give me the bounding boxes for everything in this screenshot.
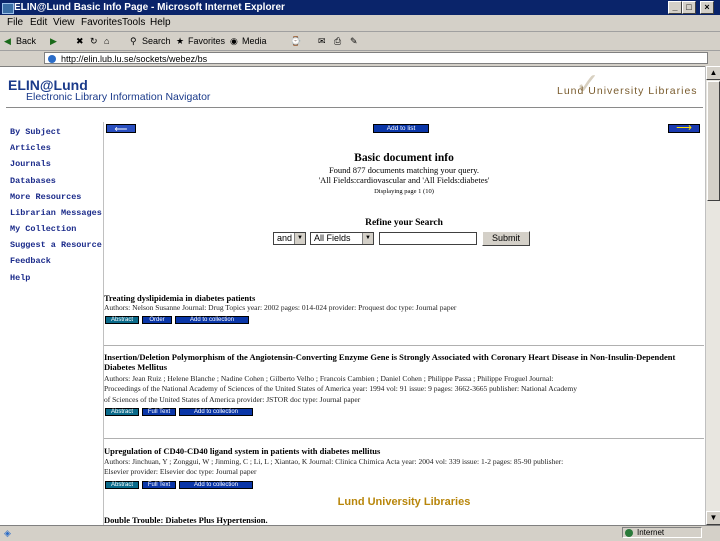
search-icon: ⚲ bbox=[130, 36, 137, 46]
record-meta: Elsevier provider: Elsevier doc type: Jo… bbox=[104, 467, 257, 476]
back-button[interactable]: Back bbox=[16, 32, 36, 50]
full-text-button[interactable]: Full Text bbox=[142, 408, 176, 416]
vertical-scrollbar[interactable]: ▲ ▼ bbox=[705, 66, 720, 525]
sidebar-item-articles[interactable]: Articles bbox=[10, 143, 51, 153]
page-done-icon: ◈ bbox=[4, 528, 11, 538]
menu-favorites[interactable]: Favorites bbox=[81, 15, 122, 31]
results-count: Found 877 documents matching your query. bbox=[328, 165, 480, 175]
add-to-list-button[interactable]: Add to list bbox=[373, 124, 429, 133]
query-text: 'All Fields:cardiovascular and 'All Fiel… bbox=[318, 175, 490, 185]
chevron-down-icon: ▼ bbox=[362, 233, 373, 244]
refresh-icon[interactable]: ↻ bbox=[90, 32, 98, 50]
scroll-thumb[interactable] bbox=[707, 81, 720, 201]
submit-button[interactable]: Submit bbox=[482, 231, 530, 246]
abstract-button[interactable]: Abstract bbox=[105, 316, 139, 324]
sidebar-item-help[interactable]: Help bbox=[10, 273, 30, 283]
menu-edit[interactable]: Edit bbox=[30, 15, 47, 31]
menu-tools[interactable]: Tools bbox=[122, 15, 145, 31]
sidebar-item-my-collection[interactable]: My Collection bbox=[10, 224, 76, 234]
order-button[interactable]: Order bbox=[142, 316, 172, 324]
record-meta: Authors: Nelson Susanne Journal: Drug To… bbox=[104, 303, 457, 312]
mail-icon[interactable]: ✉ bbox=[318, 32, 326, 50]
status-bar: ◈ bbox=[0, 525, 720, 541]
print-icon[interactable]: ⎙ bbox=[334, 32, 341, 50]
record-meta: of Sciences of the United States of Amer… bbox=[104, 395, 361, 404]
operator-select[interactable]: and ▼ bbox=[273, 232, 306, 245]
scroll-down-icon[interactable]: ▼ bbox=[706, 511, 720, 525]
window-title-bar[interactable]: ELIN@Lund Basic Info Page - Microsoft In… bbox=[0, 0, 720, 15]
displaying-page: Displaying page 1 (10) bbox=[374, 188, 434, 195]
menu-file[interactable]: File bbox=[7, 15, 23, 31]
refine-search-label: Refine your Search bbox=[365, 218, 443, 228]
favorites-button[interactable]: Favorites bbox=[188, 32, 225, 50]
add-to-collection-button[interactable]: Add to collection bbox=[175, 316, 249, 324]
sidebar-item-feedback[interactable]: Feedback bbox=[10, 256, 51, 266]
window-title: ELIN@Lund Basic Info Page - Microsoft In… bbox=[14, 2, 285, 13]
toolbar: ◀ Back ▶ ✖ ↻ ⌂ ⚲ Search ★ Favorites ◉ Me… bbox=[0, 32, 720, 51]
minimize-button[interactable]: _ bbox=[668, 1, 682, 14]
sidebar-item-journals[interactable]: Journals bbox=[10, 159, 51, 169]
edit-icon[interactable]: ✎ bbox=[350, 32, 358, 50]
address-url: http://elin.lub.lu.se/sockets/webez/bs bbox=[61, 54, 208, 64]
lund-university-libraries-logo[interactable]: Lund University Libraries bbox=[557, 85, 698, 97]
abstract-button[interactable]: Abstract bbox=[105, 481, 139, 489]
chevron-down-icon: ▼ bbox=[294, 233, 305, 244]
add-to-collection-button[interactable]: Add to collection bbox=[179, 481, 253, 489]
history-icon[interactable]: ⌚ bbox=[290, 32, 301, 50]
menu-bar: File Edit View Favorites Tools Help bbox=[0, 15, 720, 32]
globe-icon bbox=[625, 529, 633, 537]
record-title[interactable]: Upregulation of CD40-CD40 ligand system … bbox=[104, 446, 702, 456]
close-button[interactable]: × bbox=[700, 1, 714, 14]
forward-arrow-icon[interactable]: ▶ bbox=[50, 32, 57, 50]
record-title[interactable]: Treating dyslipidemia in diabetes patien… bbox=[104, 293, 702, 303]
security-zone: Internet bbox=[622, 527, 702, 538]
stop-icon[interactable]: ✖ bbox=[76, 32, 84, 50]
previous-page-arrow-icon[interactable]: ⟵ bbox=[106, 124, 136, 134]
header-divider bbox=[6, 107, 703, 108]
record-meta: Authors: Jinchuan, Y ; Zonggui, W ; Jinm… bbox=[104, 457, 564, 466]
home-icon[interactable]: ⌂ bbox=[104, 32, 109, 50]
maximize-button[interactable]: □ bbox=[682, 1, 696, 14]
sidebar-item-suggest-resource[interactable]: Suggest a Resource bbox=[10, 240, 102, 250]
favorites-icon: ★ bbox=[176, 36, 185, 46]
search-input[interactable] bbox=[379, 232, 477, 245]
field-select[interactable]: All Fields ▼ bbox=[310, 232, 374, 245]
elin-subtitle: Electronic Library Information Navigator bbox=[26, 91, 211, 103]
address-input[interactable]: http://elin.lub.lu.se/sockets/webez/bs bbox=[44, 52, 708, 64]
scroll-up-icon[interactable]: ▲ bbox=[706, 66, 720, 80]
ie-icon bbox=[2, 3, 14, 14]
record-divider bbox=[104, 438, 704, 439]
record-title[interactable]: Insertion/Deletion Polymorphism of the A… bbox=[104, 352, 702, 372]
back-arrow-icon[interactable]: ◀ bbox=[4, 32, 11, 50]
address-bar: http://elin.lub.lu.se/sockets/webez/bs bbox=[0, 51, 720, 67]
media-icon: ◉ bbox=[230, 36, 238, 46]
sidebar-item-more-resources[interactable]: More Resources bbox=[10, 192, 81, 202]
menu-help[interactable]: Help bbox=[150, 15, 171, 31]
sidebar-item-databases[interactable]: Databases bbox=[10, 176, 56, 186]
page-icon bbox=[48, 55, 56, 63]
record-title[interactable]: Double Trouble: Diabetes Plus Hypertensi… bbox=[104, 515, 702, 525]
abstract-button[interactable]: Abstract bbox=[105, 408, 139, 416]
record-meta: Proceedings of the National Academy of S… bbox=[104, 384, 578, 393]
add-to-collection-button[interactable]: Add to collection bbox=[179, 408, 253, 416]
record-meta: Authors: Jean Ruiz ; Helene Blanche ; Na… bbox=[104, 374, 554, 383]
page-heading: Basic document info bbox=[354, 152, 454, 164]
sidebar-item-by-subject[interactable]: By Subject bbox=[10, 127, 61, 137]
next-page-arrow-icon[interactable]: ⟶ bbox=[668, 123, 700, 134]
media-button[interactable]: Media bbox=[242, 32, 267, 50]
search-button[interactable]: Search bbox=[142, 32, 171, 50]
full-text-button[interactable]: Full Text bbox=[142, 481, 176, 489]
menu-view[interactable]: View bbox=[53, 15, 75, 31]
footer-lund-university-libraries: Lund University Libraries bbox=[337, 496, 471, 508]
record-divider bbox=[104, 345, 704, 346]
sidebar-item-librarian-messages[interactable]: Librarian Messages bbox=[10, 208, 102, 218]
